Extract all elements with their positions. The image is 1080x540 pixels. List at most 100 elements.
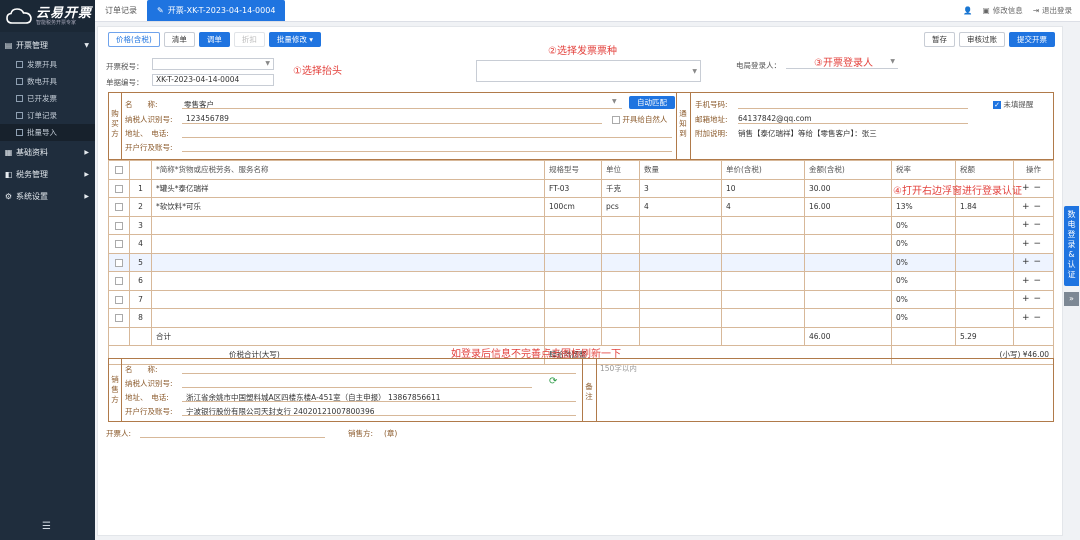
nav-item-import[interactable]: 批量导入 xyxy=(0,124,95,141)
tab-order-records[interactable]: 订单记录 xyxy=(95,0,147,21)
row-checkbox[interactable] xyxy=(108,234,130,254)
modify-info-link[interactable]: ▣ 修改信息 xyxy=(983,5,1023,16)
row-unit[interactable] xyxy=(601,234,640,254)
row-unit[interactable] xyxy=(601,252,640,272)
row-name[interactable]: *罐头*泰亿瑞祥 xyxy=(151,178,545,198)
table-row[interactable]: 8 0% +− xyxy=(108,308,1054,328)
row-price[interactable] xyxy=(721,308,805,328)
row-amount[interactable] xyxy=(804,252,892,272)
table-row[interactable]: 5 0% +− xyxy=(108,252,1054,272)
row-name[interactable] xyxy=(151,252,545,272)
refresh-icon[interactable]: ⟳ xyxy=(549,376,557,387)
row-price[interactable] xyxy=(721,289,805,309)
row-qty[interactable]: 3 xyxy=(639,178,722,198)
row-name[interactable] xyxy=(151,215,545,235)
email-value[interactable]: 64137842@qq.com xyxy=(738,114,812,123)
row-rate[interactable]: 0% xyxy=(891,308,956,328)
nav-item-issued[interactable]: 已开发票 xyxy=(0,90,95,107)
row-amount[interactable] xyxy=(804,308,892,328)
logout-link[interactable]: ⇥ 退出登录 xyxy=(1033,5,1072,16)
row-ops[interactable]: +− xyxy=(1013,252,1054,272)
caret-down-icon[interactable]: ▼ xyxy=(612,98,617,105)
menu-toggle-icon[interactable]: ☰ xyxy=(42,521,51,532)
row-price[interactable] xyxy=(721,252,805,272)
row-qty[interactable] xyxy=(639,234,722,254)
table-row[interactable]: 6 0% +− xyxy=(108,271,1054,291)
note-value[interactable]: 销售【泰亿瑞祥】等给【零售客户】：张三 xyxy=(738,128,877,139)
nav-group-data[interactable]: ▦ 基础资料 ▶ xyxy=(0,141,95,163)
row-rate[interactable]: 0% xyxy=(891,215,956,235)
row-price[interactable]: 10 xyxy=(721,178,805,198)
row-qty[interactable]: 4 xyxy=(639,197,722,217)
user-icon[interactable]: 👤 xyxy=(963,6,972,15)
buyer-taxid-value[interactable]: 123456789 xyxy=(186,114,229,123)
row-qty[interactable] xyxy=(639,289,722,309)
row-amount[interactable]: 16.00 xyxy=(804,197,892,217)
unfilled-remind-checkbox[interactable]: ✓ 未填提醒 xyxy=(993,99,1033,110)
nav-item-issue[interactable]: 发票开具 xyxy=(0,56,95,73)
row-spec[interactable] xyxy=(544,271,602,291)
row-price[interactable]: 4 xyxy=(721,197,805,217)
row-checkbox[interactable] xyxy=(108,178,130,198)
row-ops[interactable]: +− xyxy=(1013,215,1054,235)
row-checkbox[interactable] xyxy=(108,197,130,217)
row-price[interactable] xyxy=(721,271,805,291)
row-spec[interactable] xyxy=(544,308,602,328)
row-rate[interactable]: 0% xyxy=(891,234,956,254)
row-ops[interactable]: +− xyxy=(1013,197,1054,217)
row-rate[interactable]: 0% xyxy=(891,271,956,291)
row-rate[interactable]: 0% xyxy=(891,289,956,309)
row-ops[interactable]: +− xyxy=(1013,308,1054,328)
row-qty[interactable] xyxy=(639,252,722,272)
doc-no-field[interactable]: XK-T-2023-04-14-0004 xyxy=(152,74,274,86)
row-name[interactable] xyxy=(151,271,545,291)
row-unit[interactable] xyxy=(601,308,640,328)
batch-modify-button[interactable]: 批量修改 ▾ xyxy=(268,32,322,47)
nav-group-settings[interactable]: ⚙ 系统设置 ▶ xyxy=(0,185,95,207)
row-amount[interactable] xyxy=(804,234,892,254)
row-checkbox[interactable] xyxy=(108,289,130,309)
discount-button[interactable]: 折扣 xyxy=(233,32,265,47)
row-name[interactable] xyxy=(151,308,545,328)
row-checkbox[interactable] xyxy=(108,271,130,291)
row-ops[interactable]: +− xyxy=(1013,271,1054,291)
row-spec[interactable] xyxy=(544,252,602,272)
row-name[interactable]: *软饮料*可乐 xyxy=(151,197,545,217)
auto-match-button[interactable]: 自动匹配 xyxy=(629,96,675,109)
row-unit[interactable] xyxy=(601,215,640,235)
tax-no-select[interactable]: ▼ xyxy=(152,58,274,70)
row-qty[interactable] xyxy=(639,308,722,328)
phone-input[interactable] xyxy=(738,108,968,109)
review-post-button[interactable]: 审核过账 xyxy=(959,32,1005,47)
row-spec[interactable] xyxy=(544,215,602,235)
row-rate[interactable]: 13% xyxy=(891,197,956,217)
row-spec[interactable] xyxy=(544,289,602,309)
row-qty[interactable] xyxy=(639,215,722,235)
row-amount[interactable] xyxy=(804,215,892,235)
nav-group-invoice[interactable]: ▤ 开票管理 ▼ xyxy=(0,34,95,56)
row-amount[interactable] xyxy=(804,289,892,309)
row-amount[interactable] xyxy=(804,271,892,291)
e-login-float-tab[interactable]: 数电登录&认证 xyxy=(1064,206,1079,286)
row-spec[interactable]: 100cm xyxy=(544,197,602,217)
row-unit[interactable] xyxy=(601,271,640,291)
list-button[interactable]: 清单 xyxy=(163,32,195,47)
tab-invoice-edit[interactable]: ✎ 开票-XK-T-2023-04-14-0004 xyxy=(147,0,286,21)
row-spec[interactable] xyxy=(544,234,602,254)
adjust-button[interactable]: 调单 xyxy=(198,32,230,47)
row-unit[interactable]: pcs xyxy=(601,197,640,217)
natural-person-checkbox[interactable]: 开具给自然人 xyxy=(612,114,667,125)
price-incl-tax-button[interactable]: 价格(含税) xyxy=(108,32,160,47)
nav-group-tax[interactable]: ◧ 税务管理 ▶ xyxy=(0,163,95,185)
remark-input[interactable]: 150字以内 xyxy=(600,363,637,374)
row-rate[interactable]: 0% xyxy=(891,252,956,272)
table-row[interactable]: 7 0% +− xyxy=(108,289,1054,309)
row-checkbox[interactable] xyxy=(108,215,130,235)
row-checkbox[interactable] xyxy=(108,308,130,328)
row-name[interactable] xyxy=(151,234,545,254)
nav-item-digital[interactable]: 数电开具 xyxy=(0,73,95,90)
row-ops[interactable]: +− xyxy=(1013,234,1054,254)
select-all-cell[interactable] xyxy=(108,160,130,180)
table-row[interactable]: 4 0% +− xyxy=(108,234,1054,254)
row-ops[interactable]: +− xyxy=(1013,289,1054,309)
